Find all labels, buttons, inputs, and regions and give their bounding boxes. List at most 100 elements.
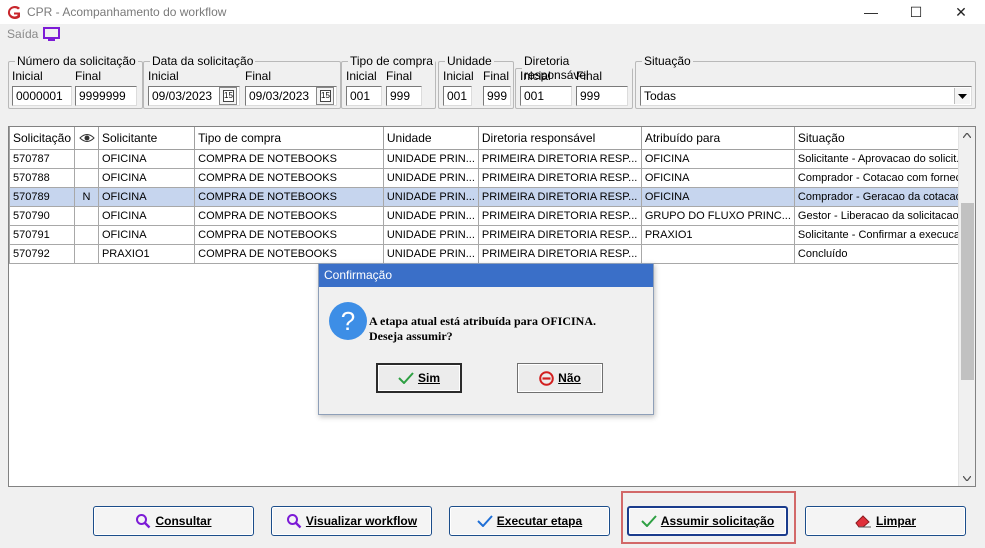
close-button[interactable]: ✕ bbox=[938, 0, 984, 24]
solicitacoes-table: Solicitação Solicitante Tipo de compra U… bbox=[8, 127, 976, 264]
table-row[interactable]: 570788 OFICINA COMPRA DE NOTEBOOKS UNIDA… bbox=[8, 167, 976, 188]
cell-solicitacao: 570787 bbox=[8, 148, 76, 169]
data-inicial-calendar-button[interactable]: 15 bbox=[219, 87, 237, 105]
confirmation-dialog: Confirmação ? A etapa atual está atribuí… bbox=[318, 263, 654, 415]
filter-situacao-legend: Situação bbox=[644, 54, 691, 68]
cell-atribuido: OFICINA bbox=[640, 186, 795, 207]
cell-unidade: UNIDADE PRIN... bbox=[382, 243, 479, 264]
tipo-inicial-input[interactable]: 001 bbox=[346, 86, 382, 106]
cell-solicitante: OFICINA bbox=[97, 148, 196, 169]
visualizar-workflow-button[interactable]: Visualizar workflow bbox=[271, 506, 432, 536]
cell-atribuido: OFICINA bbox=[640, 167, 795, 188]
grid-vertical-scrollbar[interactable] bbox=[958, 127, 975, 486]
maximize-button[interactable]: ☐ bbox=[893, 0, 939, 24]
search-icon bbox=[286, 514, 302, 529]
cell-visualizado bbox=[74, 243, 99, 264]
situacao-select[interactable]: Todas bbox=[640, 86, 972, 106]
cell-atribuido: OFICINA bbox=[640, 148, 795, 169]
cell-tipo-compra: COMPRA DE NOTEBOOKS bbox=[194, 224, 384, 245]
col-header-situacao[interactable]: Situação bbox=[793, 127, 976, 150]
cell-visualizado bbox=[74, 224, 99, 245]
dialog-yes-label: Sim bbox=[417, 371, 440, 385]
table-row-selected[interactable]: 570789 N OFICINA COMPRA DE NOTEBOOKS UNI… bbox=[8, 186, 976, 207]
cell-situacao: Comprador - Cotacao com fornec... bbox=[793, 167, 976, 188]
col-header-solicitacao[interactable]: Solicitação bbox=[8, 127, 76, 150]
calendar-icon: 15 bbox=[223, 90, 234, 102]
diretoria-inicial-input[interactable]: 001 bbox=[520, 86, 572, 106]
table-row[interactable]: 570792 PRAXIO1 COMPRA DE NOTEBOOKS UNIDA… bbox=[8, 243, 976, 264]
cell-solicitacao: 570790 bbox=[8, 205, 76, 226]
filter-data-legend: Data da solicitação bbox=[152, 54, 254, 68]
menu-item-saida[interactable]: Saída bbox=[7, 27, 38, 41]
scrollbar-thumb[interactable] bbox=[961, 203, 974, 380]
monitor-icon[interactable] bbox=[43, 27, 60, 42]
cell-visualizado: N bbox=[74, 186, 99, 207]
cell-unidade: UNIDADE PRIN... bbox=[382, 224, 479, 245]
col-header-visualizado[interactable] bbox=[74, 127, 99, 150]
filter-tipo-legend: Tipo de compra bbox=[350, 54, 433, 68]
table-row[interactable]: 570787 OFICINA COMPRA DE NOTEBOOKS UNIDA… bbox=[8, 148, 976, 169]
tipo-inicial-label: Inicial bbox=[346, 69, 377, 83]
eraser-icon bbox=[855, 515, 871, 528]
filter-unidade-legend: Unidade bbox=[447, 54, 492, 68]
numero-inicial-input[interactable]: 0000001 bbox=[12, 86, 72, 106]
check-icon bbox=[477, 515, 493, 527]
dialog-no-button[interactable]: Não bbox=[517, 363, 603, 393]
consultar-label: Consultar bbox=[155, 514, 212, 528]
assumir-solicitacao-button[interactable]: Assumir solicitação bbox=[627, 506, 788, 536]
cell-atribuido: PRAXIO1 bbox=[640, 224, 795, 245]
cell-diretoria: PRIMEIRA DIRETORIA RESP... bbox=[477, 148, 642, 169]
unidade-final-input[interactable]: 999 bbox=[483, 86, 511, 106]
col-header-atribuido[interactable]: Atribuído para bbox=[640, 127, 795, 150]
cell-solicitante: OFICINA bbox=[97, 167, 196, 188]
calendar-icon: 15 bbox=[320, 90, 331, 102]
minimize-button[interactable]: — bbox=[848, 0, 894, 24]
cell-solicitante: OFICINA bbox=[97, 224, 196, 245]
dialog-message: A etapa atual está atribuída para OFICIN… bbox=[369, 314, 597, 343]
cell-solicitacao: 570792 bbox=[8, 243, 76, 264]
executar-etapa-button[interactable]: Executar etapa bbox=[449, 506, 610, 536]
cell-solicitacao: 570788 bbox=[8, 167, 76, 188]
chevron-down-icon[interactable] bbox=[954, 88, 970, 104]
table-row[interactable]: 570791 OFICINA COMPRA DE NOTEBOOKS UNIDA… bbox=[8, 224, 976, 245]
scroll-down-icon[interactable] bbox=[959, 470, 975, 486]
dialog-yes-button[interactable]: Sim bbox=[376, 363, 462, 393]
limpar-button[interactable]: Limpar bbox=[805, 506, 966, 536]
cell-diretoria: PRIMEIRA DIRETORIA RESP... bbox=[477, 224, 642, 245]
numero-final-input[interactable]: 9999999 bbox=[75, 86, 137, 106]
table-row[interactable]: 570790 OFICINA COMPRA DE NOTEBOOKS UNIDA… bbox=[8, 205, 976, 226]
cell-solicitante: OFICINA bbox=[97, 205, 196, 226]
limpar-label: Limpar bbox=[875, 514, 916, 528]
consultar-button[interactable]: Consultar bbox=[93, 506, 254, 536]
close-icon: ✕ bbox=[955, 3, 967, 20]
check-icon bbox=[641, 515, 657, 527]
diretoria-final-input[interactable]: 999 bbox=[576, 86, 628, 106]
diretoria-final-label: Final bbox=[576, 69, 603, 83]
unidade-inicial-input[interactable]: 001 bbox=[443, 86, 472, 106]
cell-situacao: Gestor - Liberacao da solicitacao ... bbox=[793, 205, 976, 226]
cell-tipo-compra: COMPRA DE NOTEBOOKS bbox=[194, 167, 384, 188]
col-header-unidade[interactable]: Unidade bbox=[382, 127, 479, 150]
unidade-inicial-label: Inicial bbox=[443, 69, 474, 83]
col-header-diretoria[interactable]: Diretoria responsável bbox=[477, 127, 642, 150]
scroll-up-icon[interactable] bbox=[959, 127, 975, 143]
cell-unidade: UNIDADE PRIN... bbox=[382, 205, 479, 226]
title-bar: CPR - Acompanhamento do workflow — ☐ ✕ bbox=[0, 0, 985, 24]
cell-unidade: UNIDADE PRIN... bbox=[382, 167, 479, 188]
check-icon bbox=[398, 372, 414, 384]
window-title: CPR - Acompanhamento do workflow bbox=[27, 5, 227, 19]
eye-icon bbox=[78, 133, 95, 142]
cell-tipo-compra: COMPRA DE NOTEBOOKS bbox=[194, 186, 384, 207]
grid-header-row: Solicitação Solicitante Tipo de compra U… bbox=[8, 127, 976, 150]
numero-final-label: Final bbox=[75, 69, 102, 83]
cell-atribuido: GRUPO DO FLUXO PRINC... bbox=[640, 205, 795, 226]
tipo-final-input[interactable]: 999 bbox=[386, 86, 422, 106]
col-header-solicitante[interactable]: Solicitante bbox=[97, 127, 196, 150]
dialog-no-label: Não bbox=[558, 371, 581, 385]
cell-atribuido bbox=[640, 243, 795, 264]
cell-solicitante: PRAXIO1 bbox=[97, 243, 196, 264]
col-header-tipo-compra[interactable]: Tipo de compra bbox=[194, 127, 384, 150]
data-final-calendar-button[interactable]: 15 bbox=[316, 87, 334, 105]
app-logo-icon bbox=[7, 6, 20, 20]
diretoria-inicial-label: Inicial bbox=[520, 69, 551, 83]
